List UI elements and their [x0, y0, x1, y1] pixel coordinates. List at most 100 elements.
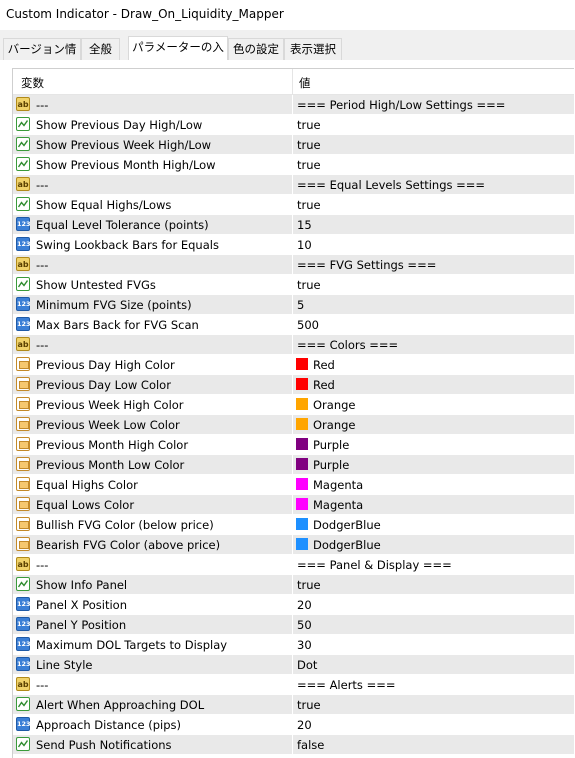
- variable-cell: ab ---: [13, 335, 292, 354]
- table-row[interactable]: Equal Highs Color Magenta: [13, 475, 574, 495]
- table-row[interactable]: ab --- === Colors ===: [13, 335, 574, 355]
- tab-general[interactable]: 全般: [81, 38, 120, 60]
- table-row[interactable]: 123 Max Bars Back for FVG Scan 500: [13, 315, 574, 335]
- color-swatch[interactable]: [296, 478, 308, 490]
- table-header: 変数 値: [13, 69, 574, 95]
- table-row[interactable]: Bearish FVG Color (above price) DodgerBlu…: [13, 535, 574, 555]
- table-row[interactable]: Send Push Notifications false: [13, 735, 574, 755]
- variable-cell: 123 Panel X Position: [13, 595, 292, 614]
- variable-cell: Previous Week High Color: [13, 395, 292, 414]
- table-row[interactable]: Previous Week High Color Orange: [13, 395, 574, 415]
- value-cell[interactable]: Purple: [293, 435, 574, 454]
- column-header-value[interactable]: 値: [299, 75, 311, 91]
- color-swatch[interactable]: [296, 458, 308, 470]
- table-row[interactable]: 123 Equal Level Tolerance (points) 15: [13, 215, 574, 235]
- value-cell[interactable]: Orange: [293, 395, 574, 414]
- table-row[interactable]: ab --- === FVG Settings ===: [13, 255, 574, 275]
- value-cell[interactable]: Purple: [293, 455, 574, 474]
- variable-name: Show Info Panel: [36, 578, 128, 592]
- value-cell[interactable]: Magenta: [293, 495, 574, 514]
- color-swatch[interactable]: [296, 438, 308, 450]
- value-cell[interactable]: true: [293, 135, 574, 154]
- color-swatch[interactable]: [296, 538, 308, 550]
- column-header-variable[interactable]: 変数: [21, 75, 44, 91]
- value-cell[interactable]: === Period High/Low Settings ===: [293, 95, 574, 114]
- table-row[interactable]: 123 Approach Distance (pips) 20: [13, 715, 574, 735]
- column-divider[interactable]: [292, 69, 293, 94]
- value-cell[interactable]: Dot: [293, 655, 574, 674]
- color-swatch[interactable]: [296, 418, 308, 430]
- variable-name: Previous Month Low Color: [36, 458, 185, 472]
- variable-name: Line Style: [36, 658, 93, 672]
- variable-cell: ab ---: [13, 175, 292, 194]
- value-cell[interactable]: 20: [293, 595, 574, 614]
- value-cell[interactable]: 50: [293, 615, 574, 634]
- value-cell[interactable]: true: [293, 695, 574, 714]
- variable-cell: Equal Highs Color: [13, 475, 292, 494]
- table-row[interactable]: 123 Line Style Dot: [13, 655, 574, 675]
- value-cell[interactable]: 30: [293, 635, 574, 654]
- table-row[interactable]: ab --- === Alerts ===: [13, 675, 574, 695]
- color-swatch[interactable]: [296, 378, 308, 390]
- table-row[interactable]: Previous Week Low Color Orange: [13, 415, 574, 435]
- table-row[interactable]: Equal Lows Color Magenta: [13, 495, 574, 515]
- table-row[interactable]: Previous Month Low Color Purple: [13, 455, 574, 475]
- tab-color-settings[interactable]: 色の設定: [228, 38, 284, 60]
- table-row[interactable]: Previous Day High Color Red: [13, 355, 574, 375]
- color-swatch[interactable]: [296, 358, 308, 370]
- value-cell[interactable]: true: [293, 115, 574, 134]
- table-row[interactable]: 123 Swing Lookback Bars for Equals 10: [13, 235, 574, 255]
- tab-version-info[interactable]: バージョン情報: [3, 38, 81, 76]
- table-row[interactable]: ab --- === Panel & Display ===: [13, 555, 574, 575]
- value-cell[interactable]: Red: [293, 355, 574, 374]
- value-cell[interactable]: === Alerts ===: [293, 675, 574, 694]
- color-swatch[interactable]: [296, 518, 308, 530]
- value-cell[interactable]: Magenta: [293, 475, 574, 494]
- value-cell[interactable]: false: [293, 735, 574, 754]
- value-cell[interactable]: Red: [293, 375, 574, 394]
- variable-name: Max Bars Back for FVG Scan: [36, 318, 199, 332]
- value-cell[interactable]: 500: [293, 315, 574, 334]
- tab-input-parameters[interactable]: パラメーターの入力: [128, 36, 228, 74]
- color-swatch[interactable]: [296, 498, 308, 510]
- variable-cell: Previous Month Low Color: [13, 455, 292, 474]
- table-row[interactable]: Previous Month High Color Purple: [13, 435, 574, 455]
- value-cell[interactable]: 15: [293, 215, 574, 234]
- table-row[interactable]: ab --- === Equal Levels Settings ===: [13, 175, 574, 195]
- table-row[interactable]: 123 Maximum DOL Targets to Display 30: [13, 635, 574, 655]
- table-row[interactable]: Show Info Panel true: [13, 575, 574, 595]
- table-row[interactable]: Bullish FVG Color (below price) DodgerBlu…: [13, 515, 574, 535]
- value-cell[interactable]: true: [293, 155, 574, 174]
- table-row[interactable]: Show Equal Highs/Lows true: [13, 195, 574, 215]
- variable-name: Show Previous Month High/Low: [36, 158, 216, 172]
- tab-display-selection[interactable]: 表示選択: [284, 38, 342, 60]
- value-cell[interactable]: === Panel & Display ===: [293, 555, 574, 574]
- table-row[interactable]: 123 Minimum FVG Size (points) 5: [13, 295, 574, 315]
- value-cell[interactable]: 10: [293, 235, 574, 254]
- value-cell[interactable]: === FVG Settings ===: [293, 255, 574, 274]
- table-row[interactable]: Previous Day Low Color Red: [13, 375, 574, 395]
- table-row[interactable]: Show Previous Week High/Low true: [13, 135, 574, 155]
- value-cell[interactable]: true: [293, 275, 574, 294]
- value-cell[interactable]: DodgerBlue: [293, 535, 574, 554]
- value-cell[interactable]: === Colors ===: [293, 335, 574, 354]
- value-cell[interactable]: 5: [293, 295, 574, 314]
- window-title: Custom Indicator - Draw_On_Liquidity_Map…: [6, 7, 284, 21]
- value-text: 20: [297, 598, 312, 612]
- table-row[interactable]: Show Previous Day High/Low true: [13, 115, 574, 135]
- value-cell[interactable]: true: [293, 195, 574, 214]
- table-row[interactable]: Show Previous Month High/Low true: [13, 155, 574, 175]
- value-cell[interactable]: true: [293, 575, 574, 594]
- table-row[interactable]: Alert When Approaching DOL true: [13, 695, 574, 715]
- table-row[interactable]: 123 Panel X Position 20: [13, 595, 574, 615]
- table-row[interactable]: ab --- === Period High/Low Settings ===: [13, 95, 574, 115]
- value-cell[interactable]: === Equal Levels Settings ===: [293, 175, 574, 194]
- variable-name: Equal Lows Color: [36, 498, 135, 512]
- color-swatch[interactable]: [296, 398, 308, 410]
- value-cell[interactable]: 20: [293, 715, 574, 734]
- table-row[interactable]: Show Untested FVGs true: [13, 275, 574, 295]
- table-row[interactable]: 123 Panel Y Position 50: [13, 615, 574, 635]
- value-cell[interactable]: Orange: [293, 415, 574, 434]
- value-cell[interactable]: DodgerBlue: [293, 515, 574, 534]
- variable-name: ---: [36, 258, 49, 272]
